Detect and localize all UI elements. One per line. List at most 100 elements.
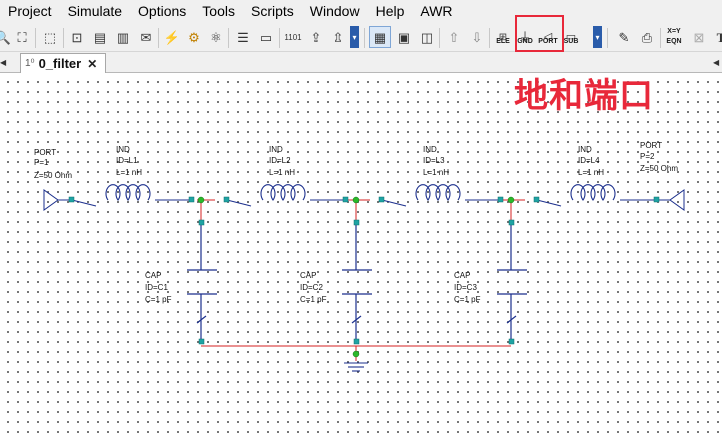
capacitor-c3 xyxy=(497,225,527,342)
node-dot xyxy=(197,196,205,204)
port-2-impedance: Z=50 Ohm xyxy=(640,164,678,173)
capacitor-c1 xyxy=(187,225,217,342)
pin xyxy=(353,338,360,345)
binary-icon[interactable]: 1101 xyxy=(282,26,304,48)
capacitor-c2-name: CAP xyxy=(300,271,316,280)
inductor-l1-name: IND xyxy=(116,145,130,154)
inductor-l2-value: L=1 nH xyxy=(269,168,295,177)
menu-window[interactable]: Window xyxy=(302,0,368,22)
menu-options[interactable]: Options xyxy=(130,0,194,22)
output-icon[interactable]: ▥ xyxy=(112,26,134,48)
tab-scroll-left-icon[interactable]: ◀ xyxy=(0,58,6,67)
inductor-l2 xyxy=(226,184,345,207)
port-2-symbol xyxy=(669,189,685,211)
optimize-icon[interactable]: ⚛ xyxy=(205,26,227,48)
annotation-icon[interactable]: ✉ xyxy=(135,26,157,48)
element-label: ELE xyxy=(496,38,510,45)
menu-simulate[interactable]: Simulate xyxy=(60,0,130,22)
tab-scroll-right-icon[interactable]: ◀ xyxy=(713,58,719,67)
toolbar-separator xyxy=(228,28,229,48)
port-label: PORT xyxy=(538,38,558,45)
pin xyxy=(223,196,230,203)
inductor-l3-id: ID=L3 xyxy=(423,156,445,165)
port-1-impedance: Z=50 Ohm xyxy=(34,171,72,180)
capacitor-c1-id: ID=C1 xyxy=(145,283,168,292)
menu-awr[interactable]: AWR xyxy=(412,0,460,22)
toolbar-separator xyxy=(35,28,36,48)
equation-top-label: X=Y xyxy=(667,28,681,35)
inductor-l3-value: L=1 nH xyxy=(423,168,449,177)
view-layout-icon[interactable]: ▣ xyxy=(393,26,415,48)
capacitor-c2-value: C=1 pF xyxy=(300,295,327,304)
toolbar-separator xyxy=(607,28,608,48)
toolbar-dropdown-icon[interactable]: ▾ xyxy=(593,26,602,48)
inductor-l2-id: ID=L2 xyxy=(269,156,291,165)
port-1-name: PORT xyxy=(34,148,56,157)
text-icon[interactable]: T xyxy=(710,26,722,48)
new-schematic-icon[interactable]: ⬚ xyxy=(39,26,61,48)
node-dot xyxy=(352,350,360,358)
node-dot xyxy=(507,196,515,204)
capacitor-c1-name: CAP xyxy=(145,271,161,280)
ground-label: GND xyxy=(517,38,533,45)
inductor-l1-value: L=1 nH xyxy=(116,168,142,177)
arrow-up-icon[interactable]: ⇧ xyxy=(443,26,465,48)
close-icon[interactable]: ✕ xyxy=(87,57,97,71)
schematic-icon: 1⁰ xyxy=(25,58,35,69)
view-3d-icon[interactable]: ◫ xyxy=(416,26,438,48)
pin xyxy=(508,219,515,226)
disabled-element-icon[interactable]: ⊠ xyxy=(688,26,710,48)
capacitor-c1-value: C=1 pF xyxy=(145,295,172,304)
capacitor-c2 xyxy=(342,225,372,342)
toolbar: 🔍 ⛶ ⬚ ⊡ ▤ ▥ ✉ ⚡ ⚙ ⚛ ☰ ▭ 1101 ⇪ ⇫ ▾ ▦ ▣ ◫… xyxy=(0,22,722,52)
toolbar-separator xyxy=(63,28,64,48)
print-icon[interactable]: ⎙ xyxy=(636,26,658,48)
pin xyxy=(68,196,75,203)
inductor-l1-id: ID=L1 xyxy=(116,156,138,165)
inductor-l4-id: ID=L4 xyxy=(578,156,600,165)
toolbar-separator xyxy=(279,28,280,48)
view-schematic-icon[interactable]: ▦ xyxy=(369,26,391,48)
toolbar-separator xyxy=(660,28,661,48)
document-tab-bar: ◀ 1⁰ 0_filter ✕ ◀ xyxy=(0,52,722,73)
vector-icon[interactable]: ▭ xyxy=(255,26,277,48)
inductor-l2-name: IND xyxy=(269,145,283,154)
tab-label: 0_filter xyxy=(38,56,82,71)
menu-tools[interactable]: Tools xyxy=(194,0,243,22)
tune-icon[interactable]: ⚙ xyxy=(183,26,205,48)
pin xyxy=(342,196,349,203)
menu-help[interactable]: Help xyxy=(368,0,413,22)
capacitor-c3-value: C=1 pF xyxy=(454,295,481,304)
export-icon[interactable]: ⇫ xyxy=(327,26,349,48)
equation-label[interactable]: EQN xyxy=(663,38,685,46)
pin xyxy=(353,219,360,226)
capacitor-c2-id: ID=C2 xyxy=(300,283,323,292)
tab-0-filter[interactable]: 1⁰ 0_filter ✕ xyxy=(20,53,106,73)
menu-scripts[interactable]: Scripts xyxy=(243,0,302,22)
toolbar-separator xyxy=(439,28,440,48)
pin xyxy=(508,338,515,345)
wire-probe-icon[interactable]: ✎ xyxy=(613,26,635,48)
pin xyxy=(378,196,385,203)
port-1-number: P=1 xyxy=(34,158,49,167)
capacitor-c3-id: ID=C3 xyxy=(454,283,477,292)
inductor-l1 xyxy=(71,184,191,207)
inductor-l4-name: IND xyxy=(578,145,592,154)
pin xyxy=(188,196,195,203)
simulate-icon[interactable]: ⚡ xyxy=(161,26,183,48)
port-2-name: PORT xyxy=(640,141,662,150)
schematic-drawing: PORT P=1 Z=50 Ohm PORT P=2 Z=50 Ohm IND … xyxy=(34,141,685,372)
arrow-down-icon[interactable]: ⇩ xyxy=(466,26,488,48)
schematic-canvas[interactable]: PORT P=1 Z=50 Ohm PORT P=2 Z=50 Ohm IND … xyxy=(0,73,722,441)
inductor-l4 xyxy=(536,184,656,207)
pin xyxy=(533,196,540,203)
measurement-icon[interactable]: ⊡ xyxy=(66,26,88,48)
import-icon[interactable]: ⇪ xyxy=(305,26,327,48)
annotation-title: 地和端口 xyxy=(514,76,654,116)
menu-project[interactable]: Project xyxy=(0,0,60,22)
toolbar-dropdown-icon[interactable]: ▾ xyxy=(350,26,359,48)
graph-icon[interactable]: ▤ xyxy=(89,26,111,48)
capacitor-c3-name: CAP xyxy=(454,271,470,280)
table-icon[interactable]: ☰ xyxy=(232,26,254,48)
zoom-fit-icon[interactable]: ⛶ xyxy=(11,26,33,48)
